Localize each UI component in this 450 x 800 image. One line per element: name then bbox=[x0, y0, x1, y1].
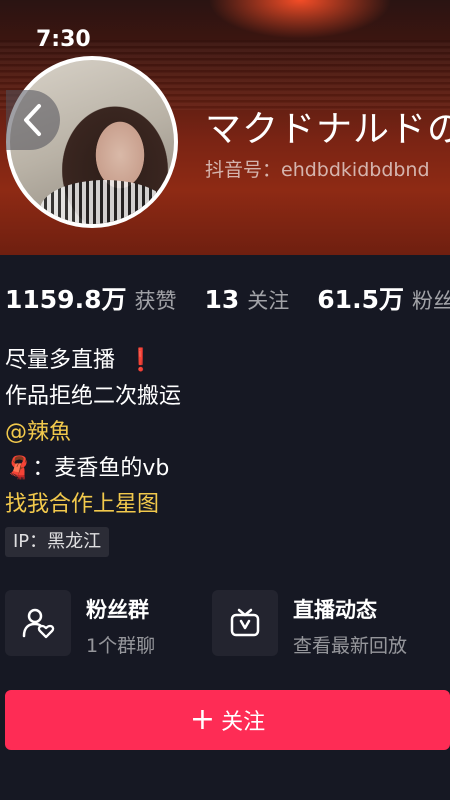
following-label[interactable]: 关注 bbox=[247, 285, 289, 315]
followers-count[interactable]: 61.5万 bbox=[317, 280, 404, 316]
bio-line: 🧣：麦香鱼的vb bbox=[5, 456, 170, 481]
exclamation-icon: ❗ bbox=[127, 348, 155, 373]
tv-icon bbox=[230, 608, 260, 637]
bio-mention-link[interactable]: @辣魚 bbox=[5, 415, 181, 451]
star-map-link[interactable]: 找我合作上星图 bbox=[5, 487, 181, 523]
follow-button[interactable]: + 关注 bbox=[5, 690, 450, 750]
likes-label: 获赞 bbox=[134, 289, 177, 313]
douyin-id[interactable]: 抖音号：ehdbdkidbdbnd bbox=[205, 155, 430, 182]
live-card[interactable] bbox=[212, 590, 278, 656]
avatar-photo bbox=[40, 180, 170, 224]
ip-location-tag: IP：黑龙江 bbox=[5, 527, 110, 557]
user-heart-icon bbox=[22, 608, 55, 639]
chevron-left-icon bbox=[24, 104, 41, 136]
fans-group-subtitle: 1个群聊 bbox=[86, 635, 156, 657]
live-subtitle: 查看最新回放 bbox=[293, 635, 408, 657]
fans-group-title[interactable]: 粉丝群 bbox=[86, 594, 149, 624]
scarf-emoji-icon: 🧣 bbox=[5, 456, 33, 481]
live-title[interactable]: 直播动态 bbox=[293, 594, 377, 624]
following-count[interactable]: 13 bbox=[204, 285, 239, 314]
fans-group-card[interactable] bbox=[5, 590, 71, 656]
plus-icon: + bbox=[189, 702, 216, 737]
profile-bio: 尽量多直播 ❗ 作品拒绝二次搬运 @辣魚 🧣：麦香鱼的vb 找我合作上星图 bbox=[5, 343, 181, 523]
status-time: 7:30 bbox=[36, 27, 91, 52]
profile-nickname: マクドナルドの bbox=[205, 109, 450, 150]
bio-line: 尽量多直播 ❗ bbox=[5, 348, 155, 373]
bio-line: 作品拒绝二次搬运 bbox=[5, 384, 182, 409]
follow-button-label: 关注 bbox=[221, 710, 266, 735]
followers-label[interactable]: 粉丝 bbox=[412, 285, 450, 315]
likes-count: 1159.8万 bbox=[5, 285, 127, 314]
stats-row: 1159.8万 获赞 13 关注 61.5万 粉丝 bbox=[5, 280, 450, 316]
